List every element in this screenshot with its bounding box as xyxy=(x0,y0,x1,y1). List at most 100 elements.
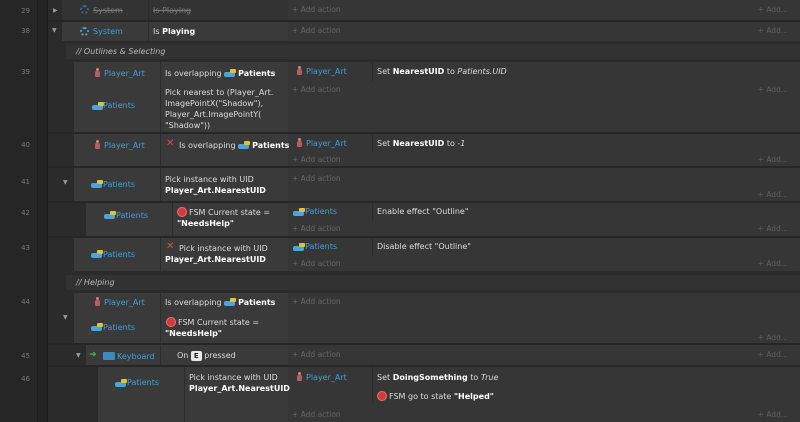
condition-text[interactable]: Is overlapping Patients xyxy=(179,140,289,151)
object-name[interactable]: Patients xyxy=(103,250,135,259)
object-name[interactable]: Player_Art xyxy=(104,298,145,307)
family-icon xyxy=(293,208,305,217)
condition-text-line[interactable]: ImagePointX("Shadow"), xyxy=(165,98,263,109)
object-name[interactable]: Patients xyxy=(103,180,135,189)
line-number: 46 xyxy=(21,375,30,383)
condition-text-line[interactable]: FSM Current state = xyxy=(178,317,259,328)
event-46-actions[interactable] xyxy=(288,367,800,422)
invert-x-icon: ✕ xyxy=(166,138,175,149)
condition-text-line[interactable]: Player_Art.ImagePointY( xyxy=(165,109,261,120)
condition-text-line[interactable]: "Shadow")) xyxy=(165,120,210,131)
family-icon xyxy=(91,180,103,189)
action-text[interactable]: Set DoingSomething to True xyxy=(377,372,498,383)
line-number: 43 xyxy=(21,244,30,252)
object-name[interactable]: Patients xyxy=(103,101,135,110)
condition-text-line[interactable]: Player_Art.NearestUID xyxy=(165,185,266,196)
object-name[interactable]: Player_Art xyxy=(104,69,145,78)
condition-text-line[interactable]: Pick instance with UID xyxy=(165,174,254,185)
expand-triangle-icon[interactable]: ▼ xyxy=(63,314,68,321)
condition-text[interactable]: Is overlapping Patients xyxy=(165,297,275,308)
family-icon xyxy=(238,141,251,150)
line-number: 40 xyxy=(21,141,30,149)
action-text[interactable]: Enable effect "Outline" xyxy=(377,206,469,217)
family-icon xyxy=(224,69,237,78)
add-action-link[interactable]: + Add action xyxy=(292,224,341,233)
condition-text[interactable]: Is Playing xyxy=(153,26,195,37)
expand-triangle-icon[interactable]: ▼ xyxy=(52,27,57,34)
key-e-badge: E xyxy=(190,351,202,361)
event-38-actions[interactable] xyxy=(288,22,800,41)
condition-text[interactable]: Is Playing xyxy=(153,5,191,16)
object-name[interactable]: Patients xyxy=(127,378,159,387)
event-45-actions[interactable] xyxy=(288,345,800,365)
action-object-name[interactable]: Player_Art xyxy=(306,67,347,76)
object-name[interactable]: Patients xyxy=(116,211,148,220)
action-object-name[interactable]: Patients xyxy=(305,242,337,251)
add-more-link[interactable]: + Add... xyxy=(758,190,788,199)
add-more-link[interactable]: + Add... xyxy=(758,350,788,359)
family-icon xyxy=(115,379,127,388)
add-action-link[interactable]: + Add action xyxy=(292,350,341,359)
object-name[interactable]: Keyboard xyxy=(117,352,155,361)
sprite-icon xyxy=(94,140,101,150)
add-more-link[interactable]: + Add... xyxy=(758,85,788,94)
add-action-link[interactable]: + Add action xyxy=(292,5,341,14)
condition-text-line[interactable]: Pick instance with UID xyxy=(189,372,278,383)
add-action-link[interactable]: + Add action xyxy=(292,174,341,183)
condition-text-line[interactable]: FSM Current state = xyxy=(189,207,270,218)
add-action-link[interactable]: + Add action xyxy=(292,155,341,164)
add-more-link[interactable]: + Add... xyxy=(758,410,788,419)
action-text[interactable]: Disable effect "Outline" xyxy=(377,241,471,252)
add-more-link[interactable]: + Add... xyxy=(758,155,788,164)
line-number: 45 xyxy=(21,352,30,360)
add-more-link[interactable]: + Add... xyxy=(758,333,788,342)
sprite-icon xyxy=(94,68,101,78)
object-name[interactable]: Player_Art xyxy=(104,141,145,150)
condition-text-line[interactable]: Player_Art.NearestUID xyxy=(189,383,290,394)
event-39-actions[interactable] xyxy=(288,62,800,132)
add-action-link[interactable]: + Add action xyxy=(292,259,341,268)
add-action-link[interactable]: + Add action xyxy=(292,85,341,94)
add-more-link[interactable]: + Add... xyxy=(758,5,788,14)
comment-helping[interactable]: // Helping xyxy=(66,275,800,290)
event-40-actions[interactable] xyxy=(288,134,800,166)
family-icon xyxy=(224,298,237,307)
action-text[interactable]: FSM go to state "Helped" xyxy=(389,391,494,402)
action-text[interactable]: Set NearestUID to Patients.UID xyxy=(377,66,507,77)
event-42-actions[interactable] xyxy=(288,203,800,236)
comment-outlines-selecting[interactable]: // Outlines & Selecting xyxy=(66,44,800,59)
object-name[interactable]: System xyxy=(93,6,123,15)
family-icon xyxy=(104,211,116,220)
line-number: 44 xyxy=(21,298,30,306)
add-more-link[interactable]: + Add... xyxy=(758,259,788,268)
expand-triangle-icon[interactable]: ▼ xyxy=(76,352,81,359)
fsm-icon xyxy=(177,207,187,217)
action-object-name[interactable]: Player_Art xyxy=(306,139,347,148)
condition-text-line[interactable]: "NeedsHelp" xyxy=(177,218,234,229)
add-more-link[interactable]: + Add... xyxy=(758,224,788,233)
condition-text-line[interactable]: Pick instance with UID xyxy=(179,243,268,254)
object-name[interactable]: Patients xyxy=(103,323,135,332)
add-more-link[interactable]: + Add... xyxy=(758,26,788,35)
event-43-actions[interactable] xyxy=(288,238,800,271)
add-action-link[interactable]: + Add action xyxy=(292,410,341,419)
action-object-name[interactable]: Player_Art xyxy=(306,373,347,382)
action-object-name[interactable]: Patients xyxy=(305,207,337,216)
line-number: 39 xyxy=(21,68,30,76)
add-action-link[interactable]: + Add action xyxy=(292,26,341,35)
add-action-link[interactable]: + Add action xyxy=(292,297,341,306)
condition-text-line[interactable]: Pick nearest to (Player_Art. xyxy=(165,87,273,98)
condition-text[interactable]: On E pressed xyxy=(177,350,236,361)
event-41-actions[interactable] xyxy=(288,168,800,201)
event-29-actions[interactable] xyxy=(288,0,800,20)
event-44-actions[interactable] xyxy=(288,293,800,343)
expand-triangle-icon[interactable]: ▼ xyxy=(63,179,68,186)
invert-x-icon: ✕ xyxy=(166,241,175,252)
condition-text-line[interactable]: "NeedsHelp" xyxy=(165,328,222,339)
action-text[interactable]: Set NearestUID to -1 xyxy=(377,138,465,149)
fsm-icon xyxy=(377,391,387,401)
object-name[interactable]: System xyxy=(93,27,123,36)
collapse-triangle-icon[interactable]: ▶ xyxy=(53,7,58,14)
condition-text[interactable]: Is overlapping Patients xyxy=(165,68,275,79)
condition-text-line[interactable]: Player_Art.NearestUID xyxy=(165,254,266,265)
